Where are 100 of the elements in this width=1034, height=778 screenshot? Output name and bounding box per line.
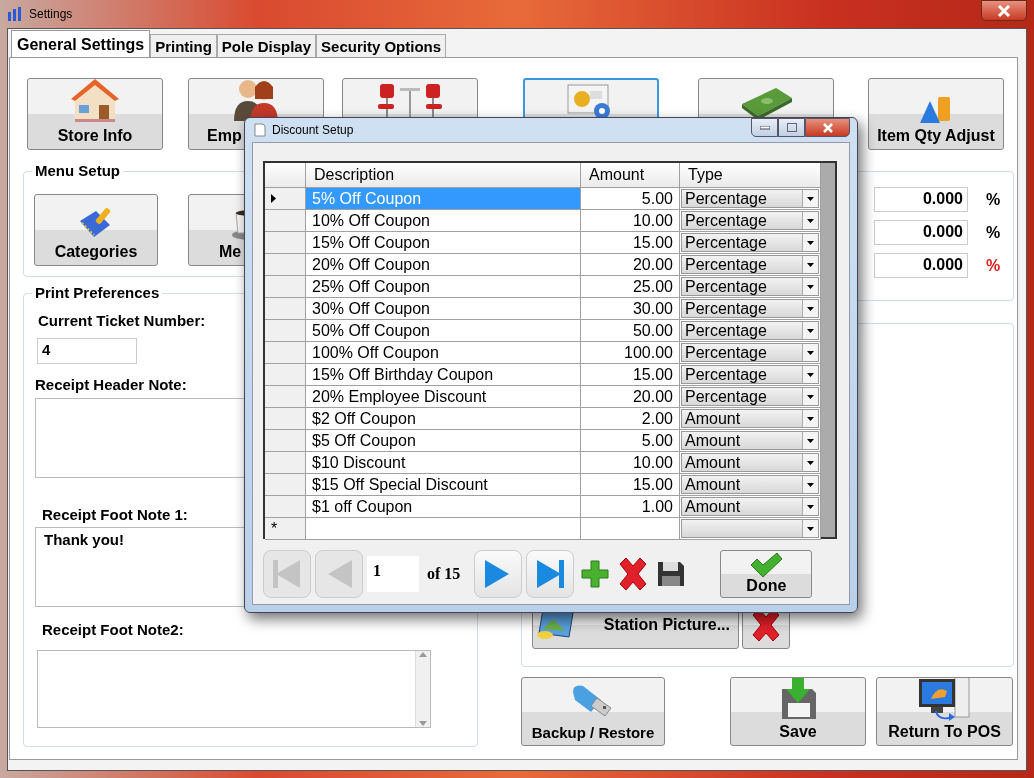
table-cell: 10.00 [581, 210, 680, 232]
type-dropdown[interactable]: Amount [681, 497, 819, 516]
field-label: Receipt Header Note: [35, 376, 187, 393]
action-button[interactable]: Return To POS [876, 677, 1013, 746]
minimize-icon [759, 125, 770, 130]
checkmark-icon [749, 553, 784, 577]
toolbar-button[interactable]: Store Info [27, 78, 163, 150]
row-header[interactable] [265, 188, 306, 210]
table-cell[interactable]: 15% Off Coupon [306, 232, 581, 254]
table-cell: 15.00 [581, 474, 680, 496]
type-dropdown[interactable]: Percentage [681, 387, 819, 406]
tab[interactable]: Security Options [316, 34, 447, 57]
toolbar-button[interactable]: Item Qty Adjust [868, 78, 1004, 150]
scroll-down-icon [419, 721, 427, 727]
plus-icon [580, 559, 611, 589]
close-icon [821, 122, 834, 133]
caret-icon [807, 504, 814, 509]
type-dropdown[interactable]: Amount [681, 453, 819, 472]
table-cell: 2.00 [581, 408, 680, 430]
rate-field[interactable]: 0.000 [874, 220, 968, 245]
table-cell[interactable] [306, 518, 581, 540]
type-dropdown[interactable]: Amount [681, 431, 819, 450]
table-cell[interactable]: $5 Off Coupon [306, 430, 581, 452]
tab[interactable]: General Settings [11, 30, 151, 57]
table-cell[interactable]: 15% Off Birthday Coupon [306, 364, 581, 386]
caret-icon [807, 350, 814, 355]
rate-field[interactable]: 0.000 [874, 187, 968, 212]
type-dropdown[interactable] [681, 519, 819, 538]
type-dropdown[interactable]: Percentage [681, 277, 819, 296]
type-dropdown[interactable]: Percentage [681, 343, 819, 362]
table-cell[interactable]: 20% Employee Discount [306, 386, 581, 408]
caret-icon [807, 394, 814, 399]
table-cell[interactable]: $1 off Coupon [306, 496, 581, 518]
action-button[interactable]: Save [730, 677, 866, 746]
caret-icon [807, 482, 814, 487]
table-cell[interactable]: $10 Discount [306, 452, 581, 474]
type-dropdown[interactable]: Amount [681, 475, 819, 494]
table-cell[interactable]: 25% Off Coupon [306, 276, 581, 298]
row-header[interactable]: * [265, 518, 306, 540]
caret-icon [807, 262, 814, 267]
caret-icon [807, 218, 814, 223]
table-cell: 1.00 [581, 496, 680, 518]
percent-sign: % [986, 223, 1001, 242]
close-button[interactable] [805, 118, 850, 137]
type-dropdown[interactable]: Percentage [681, 299, 819, 318]
table-cell[interactable]: 100% Off Coupon [306, 342, 581, 364]
table-cell: 15.00 [581, 232, 680, 254]
caret-icon [807, 460, 814, 465]
done-button[interactable]: Done [720, 550, 813, 598]
caret-icon [807, 196, 814, 201]
group-title: Print Preferences [32, 284, 163, 301]
close-icon [997, 4, 1011, 17]
minimize-button[interactable] [751, 118, 778, 137]
type-dropdown[interactable]: Amount [681, 409, 819, 428]
menu-button[interactable]: Categories [34, 194, 158, 266]
first-record-button[interactable] [263, 550, 311, 598]
table-cell[interactable]: 10% Off Coupon [306, 210, 581, 232]
table-cell[interactable]: 20% Off Coupon [306, 254, 581, 276]
type-dropdown[interactable]: Percentage [681, 233, 819, 252]
caret-icon [807, 240, 814, 245]
next-record-button[interactable] [474, 550, 523, 598]
table-cell[interactable]: $15 Off Special Discount [306, 474, 581, 496]
type-dropdown[interactable]: Percentage [681, 255, 819, 274]
caret-icon [807, 372, 814, 377]
type-dropdown[interactable]: Percentage [681, 321, 819, 340]
close-button[interactable] [981, 0, 1027, 21]
type-dropdown[interactable]: Percentage [681, 211, 819, 230]
record-count: of 15 [427, 565, 461, 583]
action-button[interactable]: Backup / Restore [521, 677, 665, 746]
table-cell[interactable]: $2 Off Coupon [306, 408, 581, 430]
table-cell: 15.00 [581, 364, 680, 386]
caret-icon [807, 328, 814, 333]
table-cell: 20.00 [581, 254, 680, 276]
scrollbar[interactable] [415, 651, 430, 727]
table-cell: 5.00 [581, 430, 680, 452]
percent-sign: % [986, 256, 1001, 275]
ticket-number-field[interactable]: 4 [37, 338, 137, 364]
table-cell: 100.00 [581, 342, 680, 364]
column-header[interactable]: Amount [581, 163, 680, 188]
tab[interactable]: Pole Display [216, 34, 317, 57]
table-cell: 20.00 [581, 386, 680, 408]
record-position-field[interactable]: 1 [367, 556, 419, 592]
caret-icon [807, 438, 814, 443]
table-cell[interactable] [581, 518, 680, 540]
table-cell: 10.00 [581, 452, 680, 474]
column-header[interactable]: Description [306, 163, 581, 188]
type-dropdown[interactable]: Percentage [681, 189, 819, 208]
table-cell[interactable]: 30% Off Coupon [306, 298, 581, 320]
foot-note-field[interactable] [37, 650, 431, 728]
note-icon [254, 123, 266, 137]
table-cell: 50.00 [581, 320, 680, 342]
table-cell[interactable]: 50% Off Coupon [306, 320, 581, 342]
column-header[interactable]: Type [680, 163, 821, 188]
field-label: Receipt Foot Note2: [42, 621, 184, 638]
rate-field[interactable]: 0.000 [874, 253, 968, 278]
last-record-button[interactable] [526, 550, 575, 598]
previous-record-button[interactable] [315, 550, 363, 598]
type-dropdown[interactable]: Percentage [681, 365, 819, 384]
tab[interactable]: Printing [150, 34, 217, 57]
maximize-button[interactable] [778, 118, 805, 137]
